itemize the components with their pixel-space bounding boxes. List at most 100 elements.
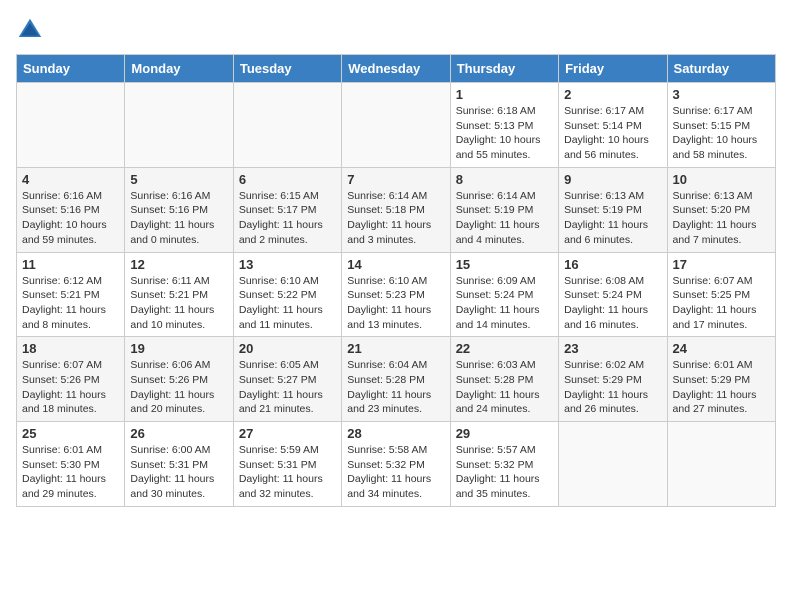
weekday-header-sunday: Sunday [17,55,125,83]
calendar-cell: 5 Sunrise: 6:16 AM Sunset: 5:16 PM Daylig… [125,167,233,252]
day-number: 5 [130,172,227,187]
day-info: Sunrise: 6:10 AM Sunset: 5:22 PM Dayligh… [239,274,336,333]
day-info: Sunrise: 6:18 AM Sunset: 5:13 PM Dayligh… [456,104,553,163]
day-number: 8 [456,172,553,187]
calendar-cell: 22 Sunrise: 6:03 AM Sunset: 5:28 PM Dayli… [450,337,558,422]
day-info: Sunrise: 6:09 AM Sunset: 5:24 PM Dayligh… [456,274,553,333]
calendar-cell: 29 Sunrise: 5:57 AM Sunset: 5:32 PM Dayli… [450,422,558,507]
day-number: 4 [22,172,119,187]
weekday-header-thursday: Thursday [450,55,558,83]
calendar-cell: 10 Sunrise: 6:13 AM Sunset: 5:20 PM Dayli… [667,167,775,252]
day-info: Sunrise: 6:14 AM Sunset: 5:19 PM Dayligh… [456,189,553,248]
calendar-cell: 9 Sunrise: 6:13 AM Sunset: 5:19 PM Daylig… [559,167,667,252]
day-number: 27 [239,426,336,441]
day-number: 26 [130,426,227,441]
day-number: 11 [22,257,119,272]
day-info: Sunrise: 6:17 AM Sunset: 5:15 PM Dayligh… [673,104,770,163]
day-info: Sunrise: 6:06 AM Sunset: 5:26 PM Dayligh… [130,358,227,417]
calendar-cell: 12Sunrise: 6:11 AM Sunset: 5:21 PM Dayli… [125,252,233,337]
day-info: Sunrise: 6:00 AM Sunset: 5:31 PM Dayligh… [130,443,227,502]
day-info: Sunrise: 6:13 AM Sunset: 5:19 PM Dayligh… [564,189,661,248]
weekday-header-tuesday: Tuesday [233,55,341,83]
calendar-cell: 17 Sunrise: 6:07 AM Sunset: 5:25 PM Dayli… [667,252,775,337]
day-info: Sunrise: 6:05 AM Sunset: 5:27 PM Dayligh… [239,358,336,417]
calendar-cell: 16 Sunrise: 6:08 AM Sunset: 5:24 PM Dayli… [559,252,667,337]
weekday-header-row: SundayMondayTuesdayWednesdayThursdayFrid… [17,55,776,83]
day-number: 10 [673,172,770,187]
week-row-3: 11 Sunrise: 6:12 AM Sunset: 5:21 PM Dayli… [17,252,776,337]
day-info: Sunrise: 6:10 AM Sunset: 5:23 PM Dayligh… [347,274,444,333]
calendar-cell: 25 Sunrise: 6:01 AM Sunset: 5:30 PM Dayli… [17,422,125,507]
week-row-2: 4 Sunrise: 6:16 AM Sunset: 5:16 PM Daylig… [17,167,776,252]
calendar-cell [667,422,775,507]
day-info: Sunrise: 6:16 AM Sunset: 5:16 PM Dayligh… [22,189,119,248]
day-number: 6 [239,172,336,187]
page-header [16,16,776,44]
calendar-cell: 3 Sunrise: 6:17 AM Sunset: 5:15 PM Daylig… [667,83,775,168]
calendar-cell [125,83,233,168]
day-number: 20 [239,341,336,356]
day-info: Sunrise: 6:01 AM Sunset: 5:29 PM Dayligh… [673,358,770,417]
day-number: 14 [347,257,444,272]
calendar-cell: 6Sunrise: 6:15 AM Sunset: 5:17 PM Daylig… [233,167,341,252]
day-number: 29 [456,426,553,441]
day-number: 2 [564,87,661,102]
calendar-cell: 18 Sunrise: 6:07 AM Sunset: 5:26 PM Dayli… [17,337,125,422]
day-info: Sunrise: 6:11 AM Sunset: 5:21 PM Dayligh… [130,274,227,333]
calendar-cell: 4 Sunrise: 6:16 AM Sunset: 5:16 PM Daylig… [17,167,125,252]
day-info: Sunrise: 6:13 AM Sunset: 5:20 PM Dayligh… [673,189,770,248]
calendar-cell [342,83,450,168]
day-number: 25 [22,426,119,441]
day-number: 21 [347,341,444,356]
calendar-cell: 19 Sunrise: 6:06 AM Sunset: 5:26 PM Dayli… [125,337,233,422]
calendar-table: SundayMondayTuesdayWednesdayThursdayFrid… [16,54,776,507]
logo [16,16,48,44]
day-info: Sunrise: 6:17 AM Sunset: 5:14 PM Dayligh… [564,104,661,163]
day-number: 3 [673,87,770,102]
day-number: 1 [456,87,553,102]
day-info: Sunrise: 6:14 AM Sunset: 5:18 PM Dayligh… [347,189,444,248]
day-info: Sunrise: 5:57 AM Sunset: 5:32 PM Dayligh… [456,443,553,502]
day-number: 17 [673,257,770,272]
week-row-4: 18 Sunrise: 6:07 AM Sunset: 5:26 PM Dayli… [17,337,776,422]
calendar-cell: 23 Sunrise: 6:02 AM Sunset: 5:29 PM Dayli… [559,337,667,422]
calendar-cell: 2 Sunrise: 6:17 AM Sunset: 5:14 PM Daylig… [559,83,667,168]
calendar-cell: 1 Sunrise: 6:18 AM Sunset: 5:13 PM Daylig… [450,83,558,168]
day-info: Sunrise: 6:01 AM Sunset: 5:30 PM Dayligh… [22,443,119,502]
day-number: 23 [564,341,661,356]
calendar-cell: 20 Sunrise: 6:05 AM Sunset: 5:27 PM Dayli… [233,337,341,422]
day-info: Sunrise: 6:08 AM Sunset: 5:24 PM Dayligh… [564,274,661,333]
day-info: Sunrise: 5:59 AM Sunset: 5:31 PM Dayligh… [239,443,336,502]
day-number: 7 [347,172,444,187]
calendar-cell: 26 Sunrise: 6:00 AM Sunset: 5:31 PM Dayli… [125,422,233,507]
calendar-cell [17,83,125,168]
day-number: 18 [22,341,119,356]
day-info: Sunrise: 6:07 AM Sunset: 5:25 PM Dayligh… [673,274,770,333]
calendar-cell: 15 Sunrise: 6:09 AM Sunset: 5:24 PM Dayli… [450,252,558,337]
day-number: 9 [564,172,661,187]
calendar-cell [233,83,341,168]
calendar-cell: 21 Sunrise: 6:04 AM Sunset: 5:28 PM Dayli… [342,337,450,422]
day-info: Sunrise: 6:03 AM Sunset: 5:28 PM Dayligh… [456,358,553,417]
calendar-cell [559,422,667,507]
day-info: Sunrise: 6:16 AM Sunset: 5:16 PM Dayligh… [130,189,227,248]
day-info: Sunrise: 6:12 AM Sunset: 5:21 PM Dayligh… [22,274,119,333]
day-info: Sunrise: 6:07 AM Sunset: 5:26 PM Dayligh… [22,358,119,417]
calendar-cell: 11 Sunrise: 6:12 AM Sunset: 5:21 PM Dayli… [17,252,125,337]
day-number: 16 [564,257,661,272]
calendar-cell: 13 Sunrise: 6:10 AM Sunset: 5:22 PM Dayli… [233,252,341,337]
day-info: Sunrise: 6:04 AM Sunset: 5:28 PM Dayligh… [347,358,444,417]
weekday-header-monday: Monday [125,55,233,83]
weekday-header-saturday: Saturday [667,55,775,83]
calendar-cell: 14 Sunrise: 6:10 AM Sunset: 5:23 PM Dayli… [342,252,450,337]
day-number: 15 [456,257,553,272]
day-number: 19 [130,341,227,356]
day-number: 13 [239,257,336,272]
calendar-cell: 28Sunrise: 5:58 AM Sunset: 5:32 PM Dayli… [342,422,450,507]
day-number: 28 [347,426,444,441]
calendar-cell: 8 Sunrise: 6:14 AM Sunset: 5:19 PM Daylig… [450,167,558,252]
day-number: 22 [456,341,553,356]
day-info: Sunrise: 6:02 AM Sunset: 5:29 PM Dayligh… [564,358,661,417]
weekday-header-wednesday: Wednesday [342,55,450,83]
logo-icon [16,16,44,44]
